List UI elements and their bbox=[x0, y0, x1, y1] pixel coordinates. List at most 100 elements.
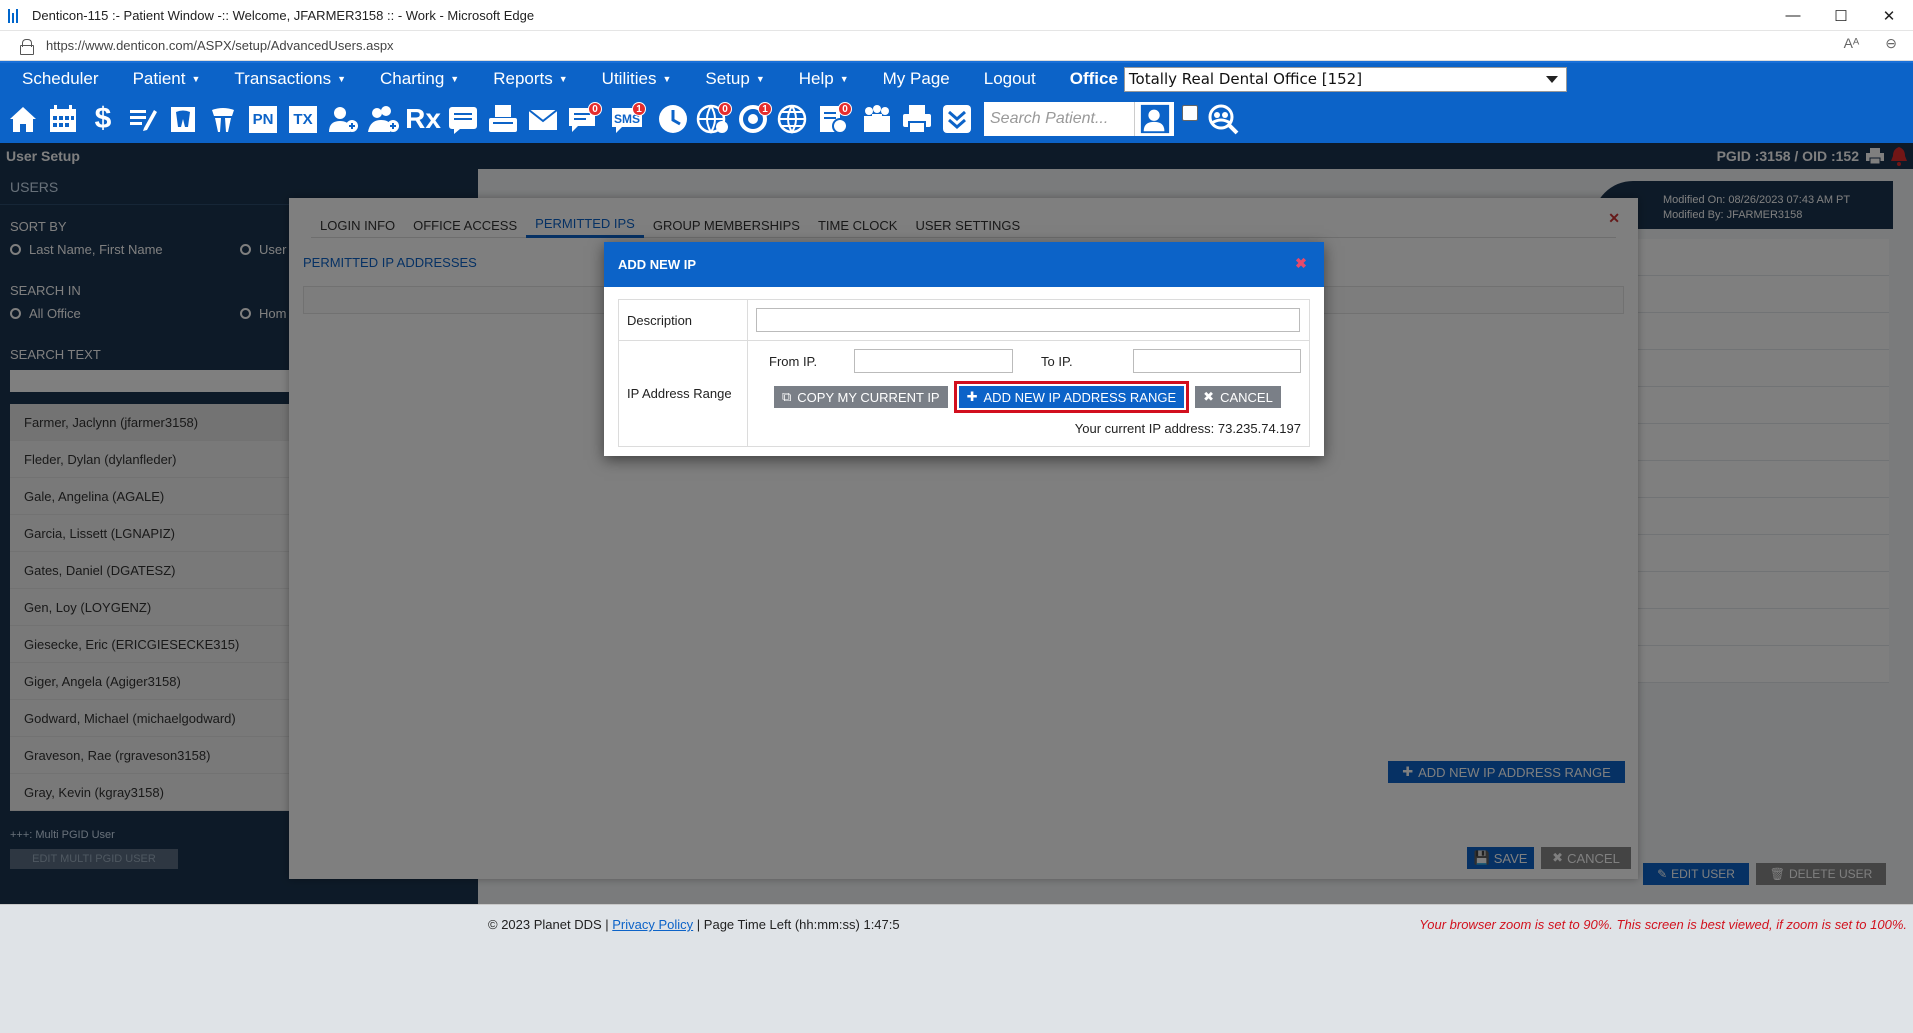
menu-transactions[interactable]: Transactions ▼ bbox=[234, 69, 346, 89]
add-family-icon[interactable] bbox=[366, 102, 400, 136]
menu-utilities[interactable]: Utilities ▼ bbox=[602, 69, 672, 89]
menu-label: Setup bbox=[705, 69, 750, 88]
search-patient-placeholder: Search Patient... bbox=[990, 110, 1109, 127]
menu-label: Charting bbox=[380, 69, 445, 88]
lock-icon[interactable] bbox=[20, 38, 34, 55]
docs-badge: 0 bbox=[838, 102, 852, 116]
close-icon[interactable]: ✖ bbox=[1294, 255, 1308, 271]
address-bar-actions: Aᴬ ⊖ bbox=[1844, 35, 1897, 52]
office-label: Office bbox=[1069, 69, 1118, 88]
caret-down-icon: ▼ bbox=[337, 74, 347, 84]
menu-scheduler[interactable]: Scheduler bbox=[22, 69, 99, 89]
zoom-icon[interactable]: ⊖ bbox=[1885, 35, 1897, 52]
from-ip-input[interactable] bbox=[854, 349, 1013, 373]
web-settings-icon[interactable]: 0 bbox=[696, 102, 732, 136]
button-label: COPY MY CURRENT IP bbox=[797, 389, 940, 405]
quick-toolbar: $ PN TX Rx 0 SMS 1 0 1 0 Search Patient.… bbox=[0, 95, 1913, 143]
menu-label: My Page bbox=[882, 69, 950, 88]
sms-icon[interactable]: SMS 1 bbox=[610, 102, 646, 136]
teeth-icon[interactable] bbox=[206, 102, 240, 136]
minimize-button[interactable]: — bbox=[1769, 0, 1817, 31]
treatment-icon[interactable]: TX bbox=[286, 102, 320, 136]
clock-icon[interactable] bbox=[656, 102, 690, 136]
menu-reports[interactable]: Reports ▼ bbox=[493, 69, 567, 89]
prescription-icon[interactable]: Rx bbox=[405, 102, 441, 136]
button-label: ADD NEW IP ADDRESS RANGE bbox=[983, 389, 1177, 405]
tooth-chart-icon[interactable] bbox=[166, 102, 200, 136]
search-patient-button[interactable] bbox=[1134, 102, 1174, 136]
add-new-ip-range-button[interactable]: ✚ ADD NEW IP ADDRESS RANGE bbox=[958, 386, 1185, 408]
ip-range-label: IP Address Range bbox=[618, 340, 748, 447]
office-select[interactable]: Totally Real Dental Office [152] bbox=[1123, 66, 1567, 92]
caret-down-icon: ▼ bbox=[191, 74, 201, 84]
caret-down-icon: ▼ bbox=[755, 74, 765, 84]
collapse-icon[interactable] bbox=[940, 102, 974, 136]
progress-notes-icon[interactable]: PN bbox=[246, 102, 280, 136]
dialog-form: Description IP Address Range From IP. To… bbox=[618, 299, 1310, 447]
claims-doc-icon[interactable]: 0 bbox=[816, 102, 852, 136]
mail-icon[interactable] bbox=[526, 102, 560, 136]
caret-down-icon: ▼ bbox=[558, 74, 568, 84]
home-icon[interactable] bbox=[6, 102, 40, 136]
window-controls: — ☐ ✕ bbox=[1769, 0, 1913, 31]
menu-label: Transactions bbox=[234, 69, 332, 88]
scanner-icon[interactable] bbox=[486, 102, 520, 136]
document-icon[interactable] bbox=[446, 102, 480, 136]
copyright-text: © 2023 Planet DDS bbox=[488, 917, 602, 932]
copy-icon: ⧉ bbox=[782, 389, 792, 404]
menu-setup[interactable]: Setup ▼ bbox=[705, 69, 764, 89]
to-ip-input[interactable] bbox=[1133, 349, 1301, 373]
sync-badge: 1 bbox=[758, 102, 772, 116]
edit-notes-icon[interactable] bbox=[126, 102, 160, 136]
dialog-header: ADD NEW IP ✖ bbox=[604, 242, 1324, 287]
close-window-button[interactable]: ✕ bbox=[1865, 0, 1913, 31]
cancel-button[interactable]: ✖ CANCEL bbox=[1195, 386, 1281, 408]
read-aloud-icon[interactable]: Aᴬ bbox=[1844, 35, 1860, 52]
patient-search-icon bbox=[1140, 104, 1169, 134]
highlight-box: ✚ ADD NEW IP ADDRESS RANGE bbox=[953, 381, 1190, 413]
messages-icon[interactable]: 0 bbox=[566, 102, 602, 136]
window-titlebar: Denticon-115 :- Patient Window -:: Welco… bbox=[0, 0, 1913, 31]
maximize-button[interactable]: ☐ bbox=[1817, 0, 1865, 31]
calendar-icon[interactable] bbox=[46, 102, 80, 136]
caret-down-icon: ▼ bbox=[450, 74, 460, 84]
menu-patient[interactable]: Patient ▼ bbox=[133, 69, 201, 89]
sync-icon[interactable]: 1 bbox=[736, 102, 772, 136]
options-checkbox[interactable] bbox=[1182, 105, 1198, 121]
menu-logout[interactable]: Logout bbox=[984, 69, 1036, 89]
menu-my-page[interactable]: My Page bbox=[883, 69, 950, 89]
print-icon[interactable] bbox=[900, 102, 934, 136]
privacy-policy-link[interactable]: Privacy Policy bbox=[612, 917, 693, 932]
globe-icon[interactable] bbox=[776, 102, 810, 136]
footer-copyright: © 2023 Planet DDS | Privacy Policy | Pag… bbox=[488, 917, 900, 932]
dropdown-arrow-icon bbox=[1545, 75, 1558, 83]
caret-down-icon: ▼ bbox=[662, 74, 672, 84]
window-title: Denticon-115 :- Patient Window -:: Welco… bbox=[32, 7, 535, 23]
web-badge: 0 bbox=[718, 102, 732, 116]
pn-label: PN bbox=[252, 111, 274, 128]
menu-label: Help bbox=[798, 69, 834, 88]
menu-help[interactable]: Help ▼ bbox=[799, 69, 849, 89]
menu-label: Patient bbox=[132, 69, 186, 88]
dollar-icon[interactable]: $ bbox=[86, 102, 120, 136]
plus-icon: ✚ bbox=[966, 389, 978, 404]
dialog-title: ADD NEW IP bbox=[618, 257, 696, 272]
to-ip-label: To IP. bbox=[1041, 353, 1073, 369]
family-icon[interactable] bbox=[860, 102, 894, 136]
description-input[interactable] bbox=[756, 308, 1300, 332]
caret-down-icon: ▼ bbox=[839, 74, 849, 84]
from-ip-label: From IP. bbox=[769, 353, 818, 369]
copy-current-ip-button[interactable]: ⧉ COPY MY CURRENT IP bbox=[774, 386, 948, 408]
menu-charting[interactable]: Charting ▼ bbox=[380, 69, 459, 89]
description-label: Description bbox=[618, 299, 748, 341]
url-field[interactable]: https://www.denticon.com/ASPX/setup/Adva… bbox=[46, 38, 394, 53]
add-new-ip-dialog: ADD NEW IP ✖ Description IP Address Rang… bbox=[604, 242, 1324, 456]
button-label: CANCEL bbox=[1220, 389, 1273, 405]
add-patient-icon[interactable] bbox=[326, 102, 360, 136]
page-footer: © 2023 Planet DDS | Privacy Policy | Pag… bbox=[0, 904, 1913, 1033]
menu-label: Reports bbox=[493, 69, 553, 88]
search-patient-input[interactable]: Search Patient... bbox=[984, 102, 1134, 136]
current-ip-text: Your current IP address: 73.235.74.197 bbox=[1074, 421, 1301, 436]
x-icon: ✖ bbox=[1203, 389, 1215, 404]
group-search-icon[interactable] bbox=[1206, 102, 1240, 136]
